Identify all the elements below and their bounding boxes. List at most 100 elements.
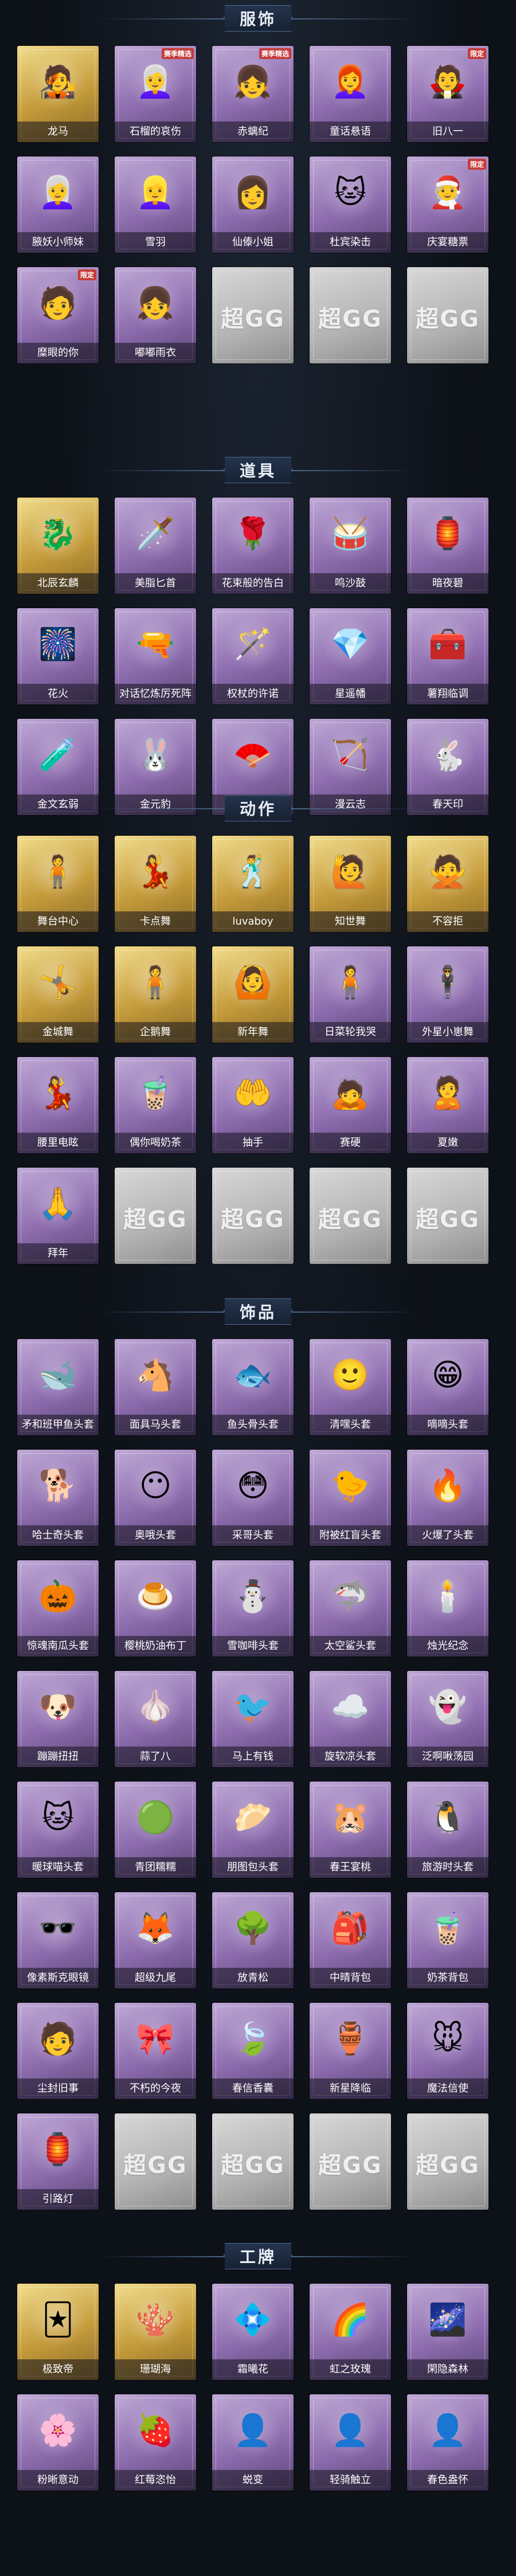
item-card[interactable]: 👧 赛季精选 赤螭纪 bbox=[212, 46, 294, 142]
item-card[interactable]: 🥟 朋图包头套 bbox=[212, 1782, 294, 1878]
item-card[interactable]: 🦈 太空鲨头套 bbox=[310, 1560, 391, 1657]
item-card[interactable]: 😁 嘀嘀头套 bbox=[407, 1339, 488, 1435]
empty-slot: 超GG bbox=[212, 267, 294, 363]
item-card[interactable]: 🐉 北辰玄麟 bbox=[17, 498, 99, 594]
item-card[interactable]: 💃 腰里电眩 bbox=[17, 1057, 99, 1153]
item-card[interactable]: 👤 春色盎怀 bbox=[407, 2394, 488, 2491]
item-card[interactable]: 🙇 赛硬 bbox=[310, 1057, 391, 1153]
item-card[interactable]: 🤸 金城舞 bbox=[17, 946, 99, 1043]
item-card[interactable]: 🕯️ 烛光纪念 bbox=[407, 1560, 488, 1657]
item-card[interactable]: 🍃 春信香囊 bbox=[212, 2003, 294, 2099]
item-card[interactable]: 👩‍🦰 童话悬语 bbox=[310, 46, 391, 142]
item-card[interactable]: 🍓 红莓恣怡 bbox=[115, 2394, 196, 2491]
item-card[interactable]: 🐶 蹦蹦扭扭 bbox=[17, 1671, 99, 1767]
item-card[interactable]: 🎒 中晴背包 bbox=[310, 1892, 391, 1988]
item-card[interactable]: 🕶️ 像素斯克眼镜 bbox=[17, 1892, 99, 1988]
item-card[interactable]: 👻 泛啊啾荡园 bbox=[407, 1671, 488, 1767]
item-card[interactable]: 🥁 鸣沙鼓 bbox=[310, 498, 391, 594]
placeholder-watermark: 超GG bbox=[318, 2152, 382, 2179]
item-card[interactable]: 🙂 清嘿头套 bbox=[310, 1339, 391, 1435]
item-card[interactable]: 🌸 粉晰意动 bbox=[17, 2394, 99, 2491]
item-card[interactable]: 🗡️ 美脂匕首 bbox=[115, 498, 196, 594]
item-card[interactable]: 💎 星遥幡 bbox=[310, 608, 391, 704]
item-card[interactable]: 🐴 面具马头套 bbox=[115, 1339, 196, 1435]
item-card[interactable]: 🏮 引路灯 bbox=[17, 2113, 99, 2210]
item-card[interactable]: 🙏 拜年 bbox=[17, 1168, 99, 1264]
item-card[interactable]: 🃏 极致帝 bbox=[17, 2284, 99, 2380]
item-card[interactable]: 🐦 马上有钱 bbox=[212, 1671, 294, 1767]
item-label: 知世舞 bbox=[310, 911, 391, 932]
item-label: 北辰玄麟 bbox=[17, 573, 99, 594]
item-card[interactable]: 🟢 青团糯糯 bbox=[115, 1782, 196, 1878]
item-card[interactable]: 🐭 魔法信使 bbox=[407, 2003, 488, 2099]
item-icon: 🧰 bbox=[420, 616, 476, 672]
empty-slot: 超GG bbox=[407, 2113, 488, 2210]
item-card[interactable]: 🏺 新星降临 bbox=[310, 2003, 391, 2099]
item-card[interactable]: 🧑‍🎄 限定 庆宴糖票 bbox=[407, 156, 488, 253]
item-icon: 😳 bbox=[225, 1458, 281, 1514]
item-card[interactable]: 👱‍♀️ 雪羽 bbox=[115, 156, 196, 253]
item-card[interactable]: 🙅 不容拒 bbox=[407, 836, 488, 932]
item-card[interactable]: 🔥 火爆了头套 bbox=[407, 1450, 488, 1546]
item-card[interactable]: 🐤 附被红盲头套 bbox=[310, 1450, 391, 1546]
item-card[interactable]: 🐱 杜宾染击 bbox=[310, 156, 391, 253]
item-card[interactable]: 🐋 矛和班甲鱼头套 bbox=[17, 1339, 99, 1435]
item-card[interactable]: 🐟 鱼头骨头套 bbox=[212, 1339, 294, 1435]
item-card[interactable]: 🧍 舞台中心 bbox=[17, 836, 99, 932]
item-card[interactable]: 🧋 偶你喝奶茶 bbox=[115, 1057, 196, 1153]
item-card[interactable]: 🦊 超级九尾 bbox=[115, 1892, 196, 1988]
item-card[interactable]: 🌌 閑隐森林 bbox=[407, 2284, 488, 2380]
item-card[interactable]: 🤲 抽手 bbox=[212, 1057, 294, 1153]
item-card[interactable]: ☁️ 旋软凉头套 bbox=[310, 1671, 391, 1767]
item-card[interactable]: 💠 霜曦花 bbox=[212, 2284, 294, 2380]
item-card[interactable]: 🌈 虹之玫瑰 bbox=[310, 2284, 391, 2380]
item-icon: 🟢 bbox=[127, 1790, 183, 1846]
item-card[interactable]: 🧍 日菜轮我哭 bbox=[310, 946, 391, 1043]
item-card[interactable]: 😳 采哥头套 bbox=[212, 1450, 294, 1546]
item-card[interactable]: 🧍 企鹅舞 bbox=[115, 946, 196, 1043]
item-card[interactable]: 🐧 旅游时头套 bbox=[407, 1782, 488, 1878]
item-card[interactable]: 💃 卡点舞 bbox=[115, 836, 196, 932]
item-label: 星遥幡 bbox=[310, 684, 391, 704]
item-icon: 😁 bbox=[420, 1347, 476, 1403]
item-card[interactable]: 🕴️ 外星小崽舞 bbox=[407, 946, 488, 1043]
item-label: 新星降临 bbox=[310, 2078, 391, 2099]
item-card[interactable]: 🐕 哈士奇头套 bbox=[17, 1450, 99, 1546]
item-card[interactable]: 🧋 奶茶背包 bbox=[407, 1892, 488, 1988]
item-card[interactable]: 👩‍🦳 腋妖小师妹 bbox=[17, 156, 99, 253]
item-card[interactable]: 🏮 暗夜碧 bbox=[407, 498, 488, 594]
item-label: 金城舞 bbox=[17, 1022, 99, 1043]
item-card[interactable]: 🧑‍🎤 龙马 bbox=[17, 46, 99, 142]
item-card[interactable]: 🎆 花火 bbox=[17, 608, 99, 704]
item-card[interactable]: 👩‍🦳 赛季精选 石榴的哀伤 bbox=[115, 46, 196, 142]
item-label: 轻骑触立 bbox=[310, 2470, 391, 2491]
item-card[interactable]: 🪄 权杖的许诺 bbox=[212, 608, 294, 704]
item-card[interactable]: 👤 蜕变 bbox=[212, 2394, 294, 2491]
item-label: 童话悬语 bbox=[310, 122, 391, 142]
item-card[interactable]: 👩 仙傣小姐 bbox=[212, 156, 294, 253]
item-card[interactable]: ⛄ 雪咖啡头套 bbox=[212, 1560, 294, 1657]
item-card[interactable]: 🐹 春王宴桃 bbox=[310, 1782, 391, 1878]
item-card[interactable]: 🧑 尘封旧事 bbox=[17, 2003, 99, 2099]
item-card[interactable]: 🎃 惊魂南瓜头套 bbox=[17, 1560, 99, 1657]
item-card[interactable]: 🕺 luvaboy bbox=[212, 836, 294, 932]
item-card[interactable]: 🧄 蒜了八 bbox=[115, 1671, 196, 1767]
item-card[interactable]: 🪸 珊瑚海 bbox=[115, 2284, 196, 2380]
item-card[interactable]: 🌳 放青松 bbox=[212, 1892, 294, 1988]
item-card[interactable]: 🎀 不朽的今夜 bbox=[115, 2003, 196, 2099]
item-card[interactable]: 👧 嘟嘟雨衣 bbox=[115, 267, 196, 363]
item-card[interactable]: 🙋 知世舞 bbox=[310, 836, 391, 932]
item-icon: 🤸 bbox=[30, 954, 86, 1011]
item-card[interactable]: 🧰 薯翔临调 bbox=[407, 608, 488, 704]
item-label: 美脂匕首 bbox=[115, 573, 196, 594]
item-card[interactable]: 🙆 新年舞 bbox=[212, 946, 294, 1043]
item-card[interactable]: 🙎 夏嫩 bbox=[407, 1057, 488, 1153]
item-card[interactable]: 👤 轻骑触立 bbox=[310, 2394, 391, 2491]
item-card[interactable]: 😶 奥哦头套 bbox=[115, 1450, 196, 1546]
item-card[interactable]: 🍮 樱桃奶油布丁 bbox=[115, 1560, 196, 1657]
item-card[interactable]: 🌹 花束般的告白 bbox=[212, 498, 294, 594]
item-card[interactable]: 🐱 暖球喵头套 bbox=[17, 1782, 99, 1878]
item-card[interactable]: 🔫 对话忆炼厉死阵 bbox=[115, 608, 196, 704]
item-card[interactable]: 🧑 限定 糜眼的你 bbox=[17, 267, 99, 363]
item-card[interactable]: 🧛 限定 旧八一 bbox=[407, 46, 488, 142]
